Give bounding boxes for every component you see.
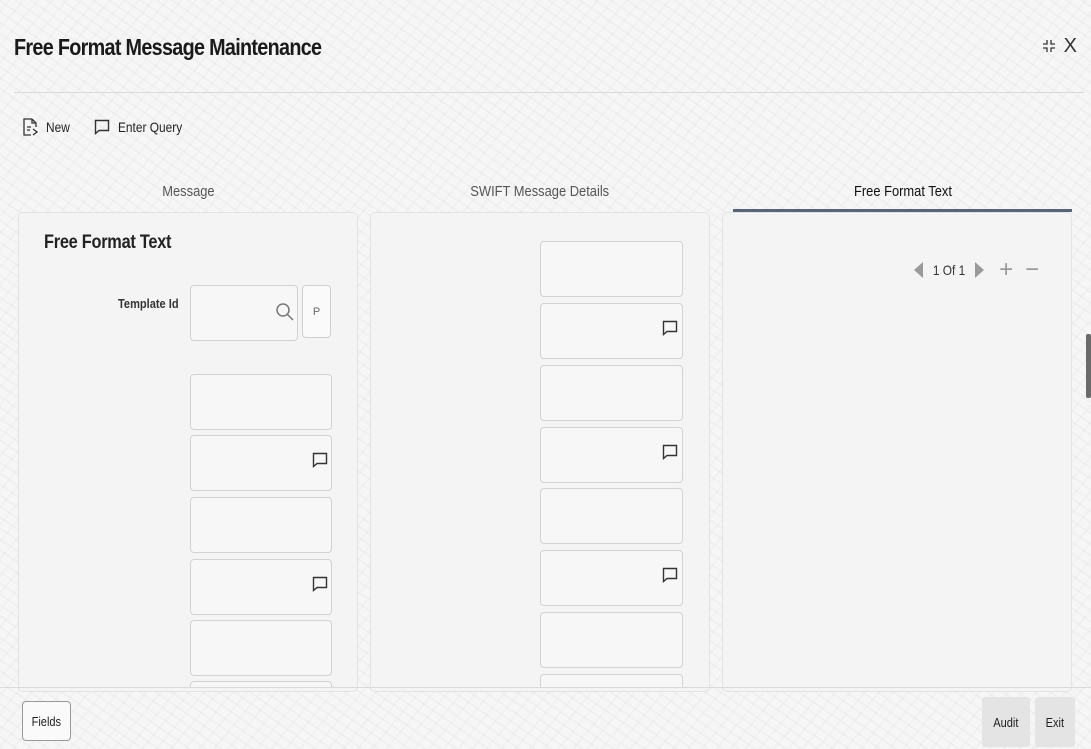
previous-page-icon[interactable] bbox=[913, 261, 924, 279]
audit-button[interactable]: Audit bbox=[982, 697, 1030, 747]
fields-button[interactable]: Fields bbox=[22, 701, 71, 741]
message-field-4[interactable] bbox=[190, 559, 332, 615]
swift-field-7[interactable] bbox=[540, 612, 683, 668]
template-id-label: Template Id bbox=[118, 296, 179, 311]
comment-icon[interactable] bbox=[662, 444, 678, 460]
swift-field-5[interactable] bbox=[540, 488, 683, 544]
footer-divider bbox=[0, 687, 1091, 688]
fields-button-label: Fields bbox=[31, 713, 62, 729]
pager: 1 Of 1 + − bbox=[913, 258, 1039, 282]
remove-row-icon[interactable]: − bbox=[1025, 258, 1039, 282]
next-page-icon[interactable] bbox=[974, 261, 985, 279]
message-field-2[interactable] bbox=[190, 435, 332, 491]
search-icon[interactable] bbox=[275, 302, 295, 322]
message-field-1[interactable] bbox=[190, 374, 332, 430]
message-field-5[interactable] bbox=[190, 620, 332, 676]
swift-field-1[interactable] bbox=[540, 241, 683, 297]
panel-content-clip: Free Format Text Template Id P bbox=[0, 0, 1091, 687]
exit-button-label: Exit bbox=[1045, 714, 1065, 730]
section-title: Free Format Text bbox=[44, 232, 172, 253]
comment-icon[interactable] bbox=[662, 567, 678, 583]
exit-button[interactable]: Exit bbox=[1035, 697, 1075, 747]
message-field-3[interactable] bbox=[190, 497, 332, 553]
page-indicator: 1 Of 1 bbox=[932, 262, 966, 278]
audit-button-label: Audit bbox=[993, 714, 1019, 730]
swift-field-8[interactable] bbox=[540, 674, 683, 687]
p-button[interactable]: P bbox=[302, 285, 331, 338]
scrollbar-thumb[interactable] bbox=[1086, 334, 1091, 398]
add-row-icon[interactable]: + bbox=[999, 258, 1013, 282]
swift-field-3[interactable] bbox=[540, 365, 683, 421]
comment-icon[interactable] bbox=[312, 452, 328, 468]
comment-icon[interactable] bbox=[312, 576, 328, 592]
comment-icon[interactable] bbox=[662, 320, 678, 336]
